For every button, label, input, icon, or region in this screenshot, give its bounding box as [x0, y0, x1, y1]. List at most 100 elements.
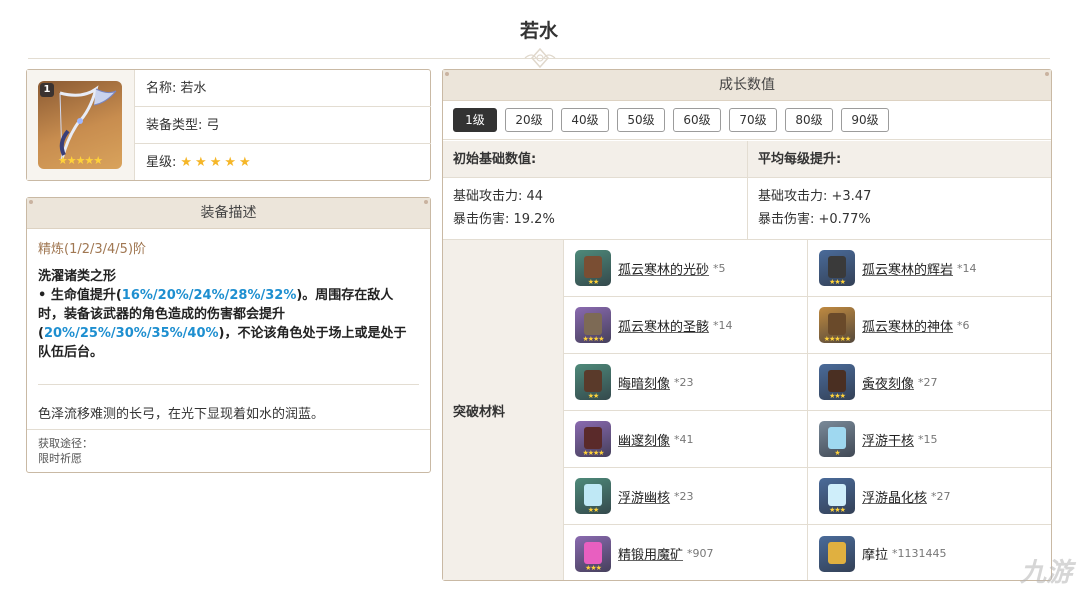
source-value: 限时祈愿: [38, 452, 82, 465]
description-header-label: 装备描述: [200, 205, 257, 221]
avg-crit: 暴击伤害: +0.77%: [758, 212, 871, 227]
type-value: 弓: [206, 118, 220, 133]
material-name[interactable]: 孤云寒林的光砂: [618, 259, 709, 278]
material-rarity: ★★★★: [582, 449, 604, 457]
material-glyph: [828, 370, 846, 392]
material-item[interactable]: ★★★ 孤云寒林的辉岩 *14: [808, 240, 1051, 297]
material-name[interactable]: 孤云寒林的辉岩: [862, 259, 953, 278]
weapon-star-row: 星级: ★★★★★: [135, 144, 431, 181]
name-label: 名称:: [146, 81, 177, 96]
level-button[interactable]: 90级: [841, 108, 889, 132]
material-name[interactable]: 精锻用魔矿: [618, 544, 683, 563]
material-count: *5: [713, 261, 726, 275]
source-label: 获取途径：: [38, 437, 93, 450]
type-label: 装备类型:: [146, 118, 203, 133]
material-item[interactable]: ★★★★ 孤云寒林的圣骸 *14: [564, 297, 807, 354]
material-icon: ★: [819, 421, 855, 457]
weapon-image: 1 ★★★★★: [38, 81, 122, 169]
title-ornament-icon: [524, 47, 556, 69]
corner-dot: [445, 72, 449, 76]
material-glyph: [828, 484, 846, 506]
material-icon: ★★★★★: [819, 307, 855, 343]
material-icon: [819, 535, 855, 572]
avg-stats-heading: 平均每级提升:: [748, 141, 1051, 178]
divider: [38, 384, 419, 385]
material-count: *907: [687, 547, 714, 560]
material-item[interactable]: 摩拉 *1131445: [808, 525, 1051, 582]
material-name[interactable]: 摩拉: [862, 544, 888, 563]
source-box: 获取途径： 限时祈愿: [27, 429, 430, 472]
material-item[interactable]: ★★★★ 幽邃刻像 *41: [564, 411, 807, 468]
material-item[interactable]: ★★★★★ 孤云寒林的神体 *6: [808, 297, 1051, 354]
level-button[interactable]: 70级: [729, 108, 777, 132]
level-button[interactable]: 40级: [561, 108, 609, 132]
material-icon: ★★★★: [575, 307, 611, 343]
material-icon: ★★: [575, 478, 611, 514]
level-button[interactable]: 20级: [505, 108, 553, 132]
material-rarity: ★★: [587, 392, 600, 400]
material-icon: ★★: [575, 250, 611, 286]
level-button[interactable]: 60级: [673, 108, 721, 132]
level-selector: 1级 20级 40级 50级 60级 70级 80级 90级: [443, 101, 1051, 140]
base-stats: 基础攻击力: 44 暴击伤害: 19.2%: [443, 178, 747, 240]
material-rarity: ★★★★★: [823, 335, 851, 343]
material-name[interactable]: 孤云寒林的神体: [862, 316, 953, 335]
material-item[interactable]: ★ 浮游干核 *15: [808, 411, 1051, 468]
avg-atk: 基础攻击力: +3.47: [758, 189, 872, 204]
material-count: *14: [713, 318, 733, 332]
material-name[interactable]: 浮游晶化核: [862, 487, 927, 506]
weapon-type-row: 装备类型: 弓: [135, 107, 431, 144]
corner-dot: [424, 200, 428, 204]
material-count: *6: [957, 318, 970, 332]
material-glyph: [828, 541, 846, 564]
growth-header: 成长数值: [443, 70, 1051, 101]
page-title: 若水: [519, 20, 558, 42]
material-icon: ★★★: [575, 535, 611, 572]
material-name[interactable]: 夤夜刻像: [862, 373, 914, 392]
passive-text: • 生命值提升(16%/20%/24%/28%/32%)。周围存在敌人时，装备该…: [27, 284, 430, 362]
material-name[interactable]: 幽邃刻像: [618, 430, 670, 449]
material-name[interactable]: 孤云寒林的圣骸: [618, 316, 709, 335]
material-column-divider: [807, 240, 808, 580]
material-count: *14: [957, 261, 977, 275]
refine-levels[interactable]: 精炼(1/2/3/4/5)阶: [27, 229, 430, 259]
material-item[interactable]: ★★ 浮游幽核 *23: [564, 468, 807, 525]
material-glyph: [584, 427, 602, 449]
material-item[interactable]: ★★ 晦暗刻像 *23: [564, 354, 807, 411]
material-icon: ★★★: [819, 478, 855, 514]
material-item[interactable]: ★★ 孤云寒林的光砂 *5: [564, 240, 807, 297]
card-stars: ★★★★★: [57, 154, 103, 167]
material-rarity: ★: [834, 449, 840, 457]
material-icon: ★★★★: [575, 421, 611, 457]
material-rarity: ★★★★: [582, 335, 604, 343]
material-item[interactable]: ★★★ 浮游晶化核 *27: [808, 468, 1051, 525]
refine-rank-badge: 1: [40, 83, 54, 97]
material-rarity: ★★: [587, 506, 600, 514]
material-count: *15: [918, 432, 938, 446]
material-item[interactable]: ★★★ 精锻用魔矿 *907: [564, 525, 807, 582]
material-glyph: [584, 256, 602, 278]
material-rarity: ★★★: [829, 392, 846, 400]
passive-part: • 生命值提升(: [38, 288, 122, 303]
base-stats-heading: 初始基础数值:: [443, 141, 747, 178]
material-count: *41: [674, 432, 694, 446]
base-atk: 基础攻击力: 44: [453, 189, 544, 204]
material-count: *27: [931, 489, 951, 503]
material-item[interactable]: ★★★ 夤夜刻像 *27: [808, 354, 1051, 411]
material-count: *23: [674, 489, 694, 503]
material-name[interactable]: 晦暗刻像: [618, 373, 670, 392]
level-button[interactable]: 50级: [617, 108, 665, 132]
passive-name: 洗濯诸类之形: [38, 269, 117, 284]
material-icon: ★★: [575, 364, 611, 400]
weapon-thumbnail: 1 ★★★★★: [27, 70, 135, 180]
material-name[interactable]: 浮游干核: [862, 430, 914, 449]
level-button[interactable]: 80级: [785, 108, 833, 132]
star-rating: ★★★★★: [180, 155, 254, 170]
level-button[interactable]: 1级: [453, 108, 497, 132]
material-name[interactable]: 浮游幽核: [618, 487, 670, 506]
material-count: *27: [918, 375, 938, 389]
passive-highlight: 20%/25%/30%/35%/40%: [43, 326, 219, 341]
material-glyph: [584, 484, 602, 506]
material-rarity: ★★★: [585, 563, 602, 572]
corner-dot: [29, 200, 33, 204]
